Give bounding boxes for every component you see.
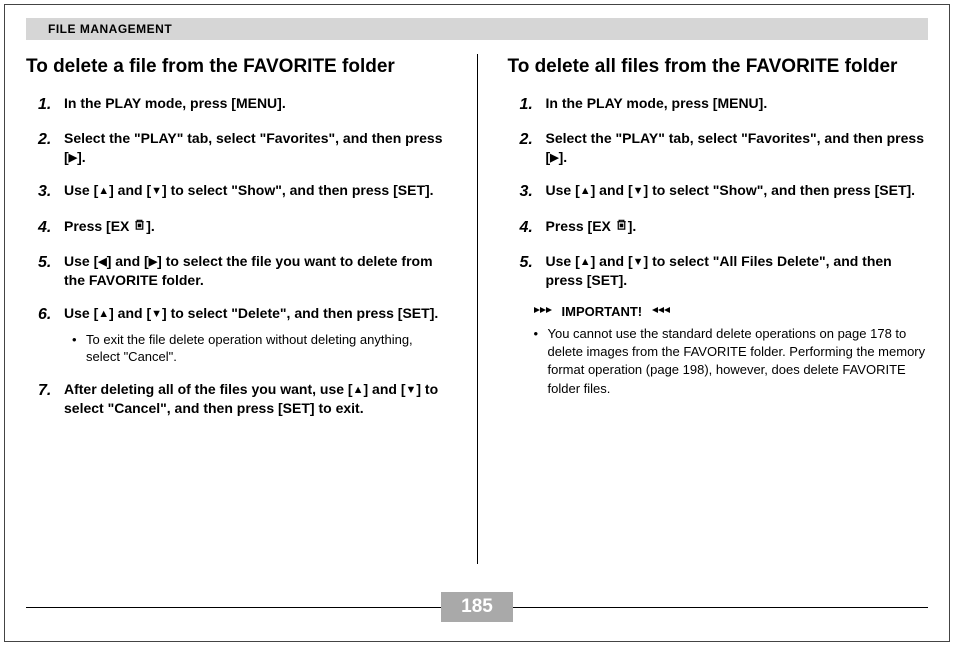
footer-line-right <box>513 607 928 608</box>
column-divider <box>477 54 478 564</box>
step-number: 2. <box>520 129 538 167</box>
step-item: 2.Select the "PLAY" tab, select "Favorit… <box>38 129 447 167</box>
step-number: 1. <box>38 94 56 116</box>
step-item: 5.Use [◀] and [▶] to select the file you… <box>38 252 447 290</box>
footer-line-left <box>26 607 441 608</box>
triangle-up-icon: ▲ <box>98 184 109 199</box>
step-body: Press [EX ]. <box>64 217 447 239</box>
step-number: 3. <box>520 181 538 203</box>
trash-icon <box>615 217 628 236</box>
step-body: Press [EX ]. <box>546 217 929 239</box>
step-number: 1. <box>520 94 538 116</box>
page-number: 185 <box>441 592 513 622</box>
step-item: 1. In the PLAY mode, press [MENU]. <box>38 94 447 116</box>
important-decor-right-icon <box>648 304 670 319</box>
step-body: In the PLAY mode, press [MENU]. <box>546 94 929 116</box>
important-heading: IMPORTANT! <box>534 304 929 319</box>
bullet-icon: • <box>72 331 80 366</box>
important-note-text: You cannot use the standard delete opera… <box>548 325 929 398</box>
step-body: Use [◀] and [▶] to select the file you w… <box>64 252 447 290</box>
step-item: 1. In the PLAY mode, press [MENU]. <box>520 94 929 116</box>
important-note: • You cannot use the standard delete ope… <box>534 325 929 398</box>
step-item: 7.After deleting all of the files you wa… <box>38 380 447 418</box>
step-body: After deleting all of the files you want… <box>64 380 447 418</box>
left-column: To delete a file from the FAVORITE folde… <box>26 54 447 564</box>
left-steps-list: 1. In the PLAY mode, press [MENU]. 2.Selec… <box>26 94 447 418</box>
trash-icon <box>133 217 146 236</box>
triangle-down-icon: ▼ <box>405 383 416 398</box>
step-number: 5. <box>38 252 56 290</box>
triangle-up-icon: ▲ <box>580 184 591 199</box>
step-body: In the PLAY mode, press [MENU]. <box>64 94 447 116</box>
step-number: 4. <box>38 217 56 239</box>
section-title: FILE MANAGEMENT <box>48 22 172 36</box>
step-item: 2.Select the "PLAY" tab, select "Favorit… <box>520 129 929 167</box>
triangle-up-icon: ▲ <box>580 255 591 270</box>
triangle-right-icon: ▶ <box>69 151 77 166</box>
triangle-down-icon: ▼ <box>151 184 162 199</box>
step-number: 6. <box>38 304 56 366</box>
triangle-up-icon: ▲ <box>353 383 364 398</box>
right-column: To delete all files from the FAVORITE fo… <box>508 54 929 564</box>
triangle-down-icon: ▼ <box>633 184 644 199</box>
triangle-right-icon: ▶ <box>550 151 558 166</box>
triangle-right-icon: ▶ <box>149 255 157 270</box>
step-body: Use [▲] and [▼] to select "Show", and th… <box>546 181 929 203</box>
step-item: 4. Press [EX ]. <box>520 217 929 239</box>
step-number: 5. <box>520 252 538 290</box>
step-item: 3. Use [▲] and [▼] to select "Show", and … <box>38 181 447 203</box>
step-body: Select the "PLAY" tab, select "Favorites… <box>64 129 447 167</box>
step-number: 4. <box>520 217 538 239</box>
step-number: 3. <box>38 181 56 203</box>
step-item: 6.Use [▲] and [▼] to select "Delete", an… <box>38 304 447 366</box>
step-item: 5.Use [▲] and [▼] to select "All Files D… <box>520 252 929 290</box>
page-footer: 185 <box>26 592 928 622</box>
step-number: 2. <box>38 129 56 167</box>
right-heading: To delete all files from the FAVORITE fo… <box>508 54 929 80</box>
step-body: Use [▲] and [▼] to select "Delete", and … <box>64 304 447 366</box>
bullet-icon: • <box>534 325 542 398</box>
step-body: Select the "PLAY" tab, select "Favorites… <box>546 129 929 167</box>
triangle-up-icon: ▲ <box>98 307 109 322</box>
important-block: IMPORTANT! • You cannot use the standard… <box>534 304 929 398</box>
step-subnote: •To exit the file delete operation witho… <box>64 331 447 366</box>
two-column-layout: To delete a file from the FAVORITE folde… <box>26 54 928 564</box>
triangle-down-icon: ▼ <box>151 307 162 322</box>
step-item: 3. Use [▲] and [▼] to select "Show", and … <box>520 181 929 203</box>
step-item: 4. Press [EX ]. <box>38 217 447 239</box>
step-number: 7. <box>38 380 56 418</box>
step-body: Use [▲] and [▼] to select "All Files Del… <box>546 252 929 290</box>
triangle-down-icon: ▼ <box>633 255 644 270</box>
right-steps-list: 1. In the PLAY mode, press [MENU]. 2.Selec… <box>508 94 929 290</box>
left-heading: To delete a file from the FAVORITE folde… <box>26 54 447 80</box>
section-header-bar: FILE MANAGEMENT <box>26 18 928 40</box>
important-decor-left-icon <box>534 304 556 319</box>
triangle-left-icon: ◀ <box>98 255 106 270</box>
manual-page: FILE MANAGEMENT To delete a file from th… <box>0 0 954 646</box>
step-body: Use [▲] and [▼] to select "Show", and th… <box>64 181 447 203</box>
important-label: IMPORTANT! <box>562 304 643 319</box>
step-subnote-text: To exit the file delete operation withou… <box>86 331 447 366</box>
